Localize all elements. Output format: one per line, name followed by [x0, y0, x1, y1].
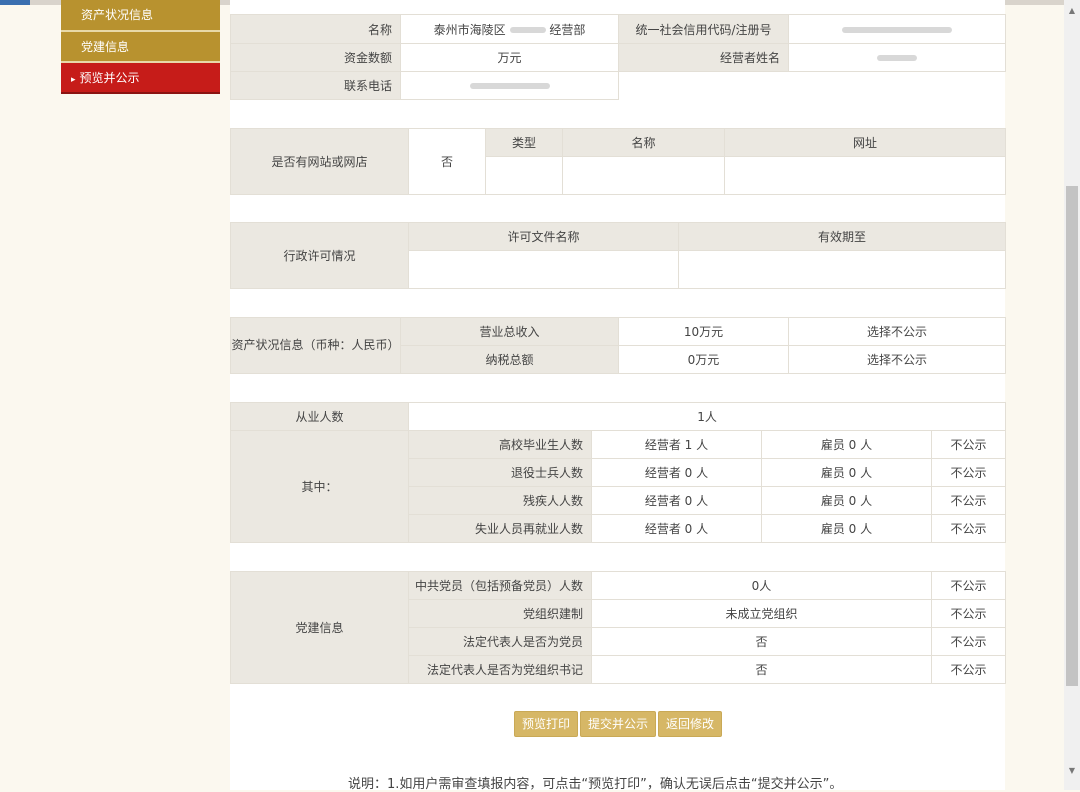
- operator-count: 经营者 0 人: [591, 486, 762, 515]
- table-row-label: 退役士兵人数: [408, 458, 592, 487]
- website-name-cell: [562, 156, 725, 195]
- public-status: 不公示: [931, 599, 1006, 628]
- table-row-label: 营业总收入: [400, 317, 619, 346]
- public-status: 不公示: [930, 514, 1007, 543]
- assets-label: 资产状况信息（币种：人民币）: [230, 317, 401, 374]
- table-row-label: 法定代表人是否为党员: [408, 627, 592, 656]
- party-label: 党建信息: [230, 571, 409, 684]
- website-url-header: 网址: [724, 128, 1006, 157]
- website-question-label: 是否有网站或网店: [230, 128, 409, 195]
- name-label: 名称: [230, 14, 401, 44]
- redacted-text: [842, 26, 952, 33]
- operator-count: 经营者 1 人: [591, 430, 762, 459]
- permit-file-cell: [408, 250, 679, 289]
- sidebar-item-preview-publish[interactable]: ▸ 预览并公示: [61, 63, 220, 94]
- scrollbar-thumb[interactable]: [1066, 186, 1078, 686]
- employees-table: 从业人数 1人 其中： 高校毕业生人数 经营者 1 人 雇员 0 人 不公示 退…: [230, 402, 1007, 543]
- website-table: 是否有网站或网店 否 类型 名称 网址: [230, 128, 1006, 195]
- operator-name-value: [788, 43, 1006, 72]
- table-row-label: 残疾人人数: [408, 486, 592, 515]
- permit-label: 行政许可情况: [230, 222, 409, 289]
- website-url-cell: [724, 156, 1006, 195]
- website-type-cell: [485, 156, 563, 195]
- public-status: 不公示: [930, 458, 1007, 487]
- redacted-text: [877, 55, 917, 61]
- capital-value: 万元: [400, 43, 619, 72]
- vertical-scrollbar[interactable]: ▲ ▼: [1064, 0, 1080, 790]
- website-answer: 否: [408, 128, 486, 195]
- table-row-value: 否: [591, 627, 932, 656]
- sidebar-item-label: 党建信息: [81, 40, 130, 54]
- phone-label: 联系电话: [230, 71, 401, 100]
- caret-right-icon: ▸: [71, 75, 76, 85]
- scroll-up-icon[interactable]: ▲: [1064, 4, 1080, 18]
- assets-table: 资产状况信息（币种：人民币） 营业总收入 10万元 选择不公示 纳税总额 0万元…: [230, 317, 1006, 374]
- employees-label: 从业人数: [230, 402, 409, 431]
- table-row-label: 法定代表人是否为党组织书记: [408, 655, 592, 684]
- employees-total: 1人: [407, 402, 1007, 431]
- public-status: 不公示: [931, 627, 1006, 656]
- scroll-down-icon[interactable]: ▼: [1064, 764, 1080, 778]
- sidebar-item-party[interactable]: 党建信息: [61, 32, 220, 63]
- permit-file-header: 许可文件名称: [408, 222, 679, 251]
- public-status: 不公示: [931, 571, 1006, 600]
- capital-label: 资金数额: [230, 43, 401, 72]
- main-content: 名称 泰州市海陵区 经营部 统一社会信用代码/注册号 资金数额 万元 经营者姓名…: [230, 0, 1007, 792]
- credit-code-label: 统一社会信用代码/注册号: [618, 14, 789, 44]
- preview-print-button[interactable]: 预览打印: [514, 711, 579, 737]
- table-row-value: 未成立党组织: [591, 599, 932, 628]
- basic-info-table: 名称 泰州市海陵区 经营部 统一社会信用代码/注册号 资金数额 万元 经营者姓名…: [230, 14, 1006, 100]
- party-table: 党建信息 中共党员（包括预备党员）人数 0人 不公示 党组织建制 未成立党组织 …: [230, 571, 1006, 684]
- table-row-value: 否: [591, 655, 932, 684]
- website-name-header: 名称: [562, 128, 725, 157]
- employee-count: 雇员 0 人: [761, 458, 932, 487]
- permit-expiry-cell: [678, 250, 1006, 289]
- sidebar-item-label: 预览并公示: [79, 71, 140, 85]
- back-edit-button[interactable]: 返回修改: [658, 711, 723, 737]
- employee-count: 雇员 0 人: [761, 486, 932, 515]
- public-status: 选择不公示: [788, 317, 1006, 346]
- table-row-label: 纳税总额: [400, 345, 619, 374]
- operator-count: 经营者 0 人: [591, 514, 762, 543]
- sidebar-item-assets[interactable]: 资产状况信息: [61, 0, 220, 32]
- credit-code-value: [788, 14, 1006, 44]
- employee-count: 雇员 0 人: [761, 430, 932, 459]
- permit-table: 行政许可情况 许可文件名称 有效期至: [230, 222, 1006, 289]
- table-row-label: 高校毕业生人数: [408, 430, 592, 459]
- public-status: 不公示: [930, 430, 1007, 459]
- website-type-header: 类型: [485, 128, 563, 157]
- table-row-value: 0人: [591, 571, 932, 600]
- public-status: 不公示: [930, 486, 1007, 515]
- instruction-note: 说明：1.如用户需审查填报内容，可点击“预览打印”，确认无误后点击“提交并公示”…: [348, 777, 843, 792]
- table-row-label: 中共党员（包括预备党员）人数: [408, 571, 592, 600]
- action-buttons: 预览打印 提交并公示 返回修改: [514, 711, 724, 737]
- among-label: 其中：: [230, 430, 409, 543]
- submit-publish-button[interactable]: 提交并公示: [580, 711, 657, 737]
- name-value: 泰州市海陵区 经营部: [400, 14, 619, 44]
- sidebar-item-label: 资产状况信息: [81, 8, 154, 22]
- table-row-label: 党组织建制: [408, 599, 592, 628]
- operator-name-label: 经营者姓名: [618, 43, 789, 72]
- table-row-value: 0万元: [618, 345, 789, 374]
- permit-expiry-header: 有效期至: [678, 222, 1006, 251]
- redacted-text: [469, 83, 550, 89]
- browser-tab-edge: [0, 0, 30, 5]
- sidebar: 资产状况信息 党建信息 ▸ 预览并公示: [61, 0, 220, 94]
- table-row-value: 10万元: [618, 317, 789, 346]
- phone-value: [400, 71, 619, 100]
- employee-count: 雇员 0 人: [761, 514, 932, 543]
- table-row-label: 失业人员再就业人数: [408, 514, 592, 543]
- operator-count: 经营者 0 人: [591, 458, 762, 487]
- public-status: 选择不公示: [788, 345, 1006, 374]
- public-status: 不公示: [931, 655, 1006, 684]
- redacted-text: [509, 27, 546, 33]
